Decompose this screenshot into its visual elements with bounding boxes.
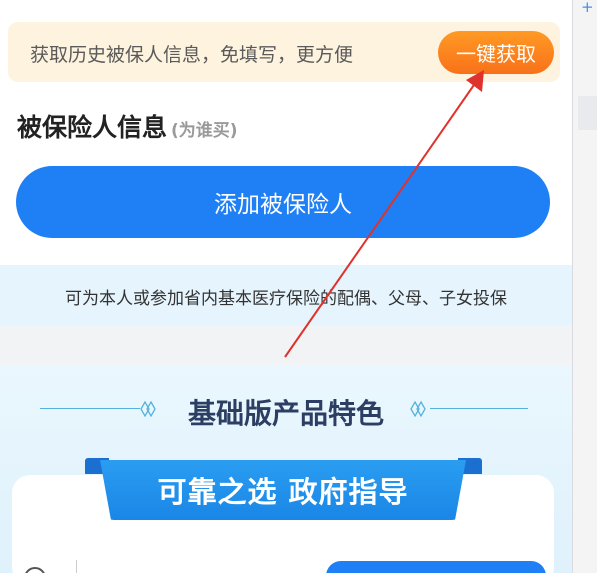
add-insured-button[interactable]: 添加被保险人 [16,166,550,238]
insured-section-title: 被保险人信息 (为谁买) [17,108,238,144]
side-panel-stripe [578,96,597,130]
insured-title: 被保险人信息 [17,113,168,142]
one-click-fetch-button[interactable]: 一键获取 [438,31,554,74]
history-banner: 获取历史被保人信息，免填写，更方便 一键获取 [8,22,560,82]
side-panel-edge: + [572,0,597,573]
new-tab-plus-icon[interactable]: + [581,0,594,16]
features-title-line-right [430,408,528,409]
feature-ribbon-text: 可靠之选 政府指导 [157,475,409,509]
phone-viewport: 获取历史被保人信息，免填写，更方便 一键获取 被保险人信息 (为谁买) 添加被保险… [0,0,572,573]
bottom-action-button[interactable] [326,561,546,573]
features-section: 基础版产品特色 可靠之选 政府指导 [0,365,572,573]
features-title: 基础版产品特色 [187,397,384,430]
feature-ribbon: 可靠之选 政府指导 [100,460,466,520]
insured-hint-bar: 可为本人或参加省内基本医疗保险的配偶、父母、子女投保 [0,265,572,325]
bottom-bar-divider [76,560,77,573]
section-divider [0,325,572,365]
history-banner-text: 获取历史被保人信息，免填写，更方便 [30,44,354,66]
insured-subtitle: (为谁买) [171,121,238,141]
insured-hint-text: 可为本人或参加省内基本医疗保险的配偶、父母、子女投保 [65,289,507,309]
diamond-ornament-right-icon [410,400,426,418]
